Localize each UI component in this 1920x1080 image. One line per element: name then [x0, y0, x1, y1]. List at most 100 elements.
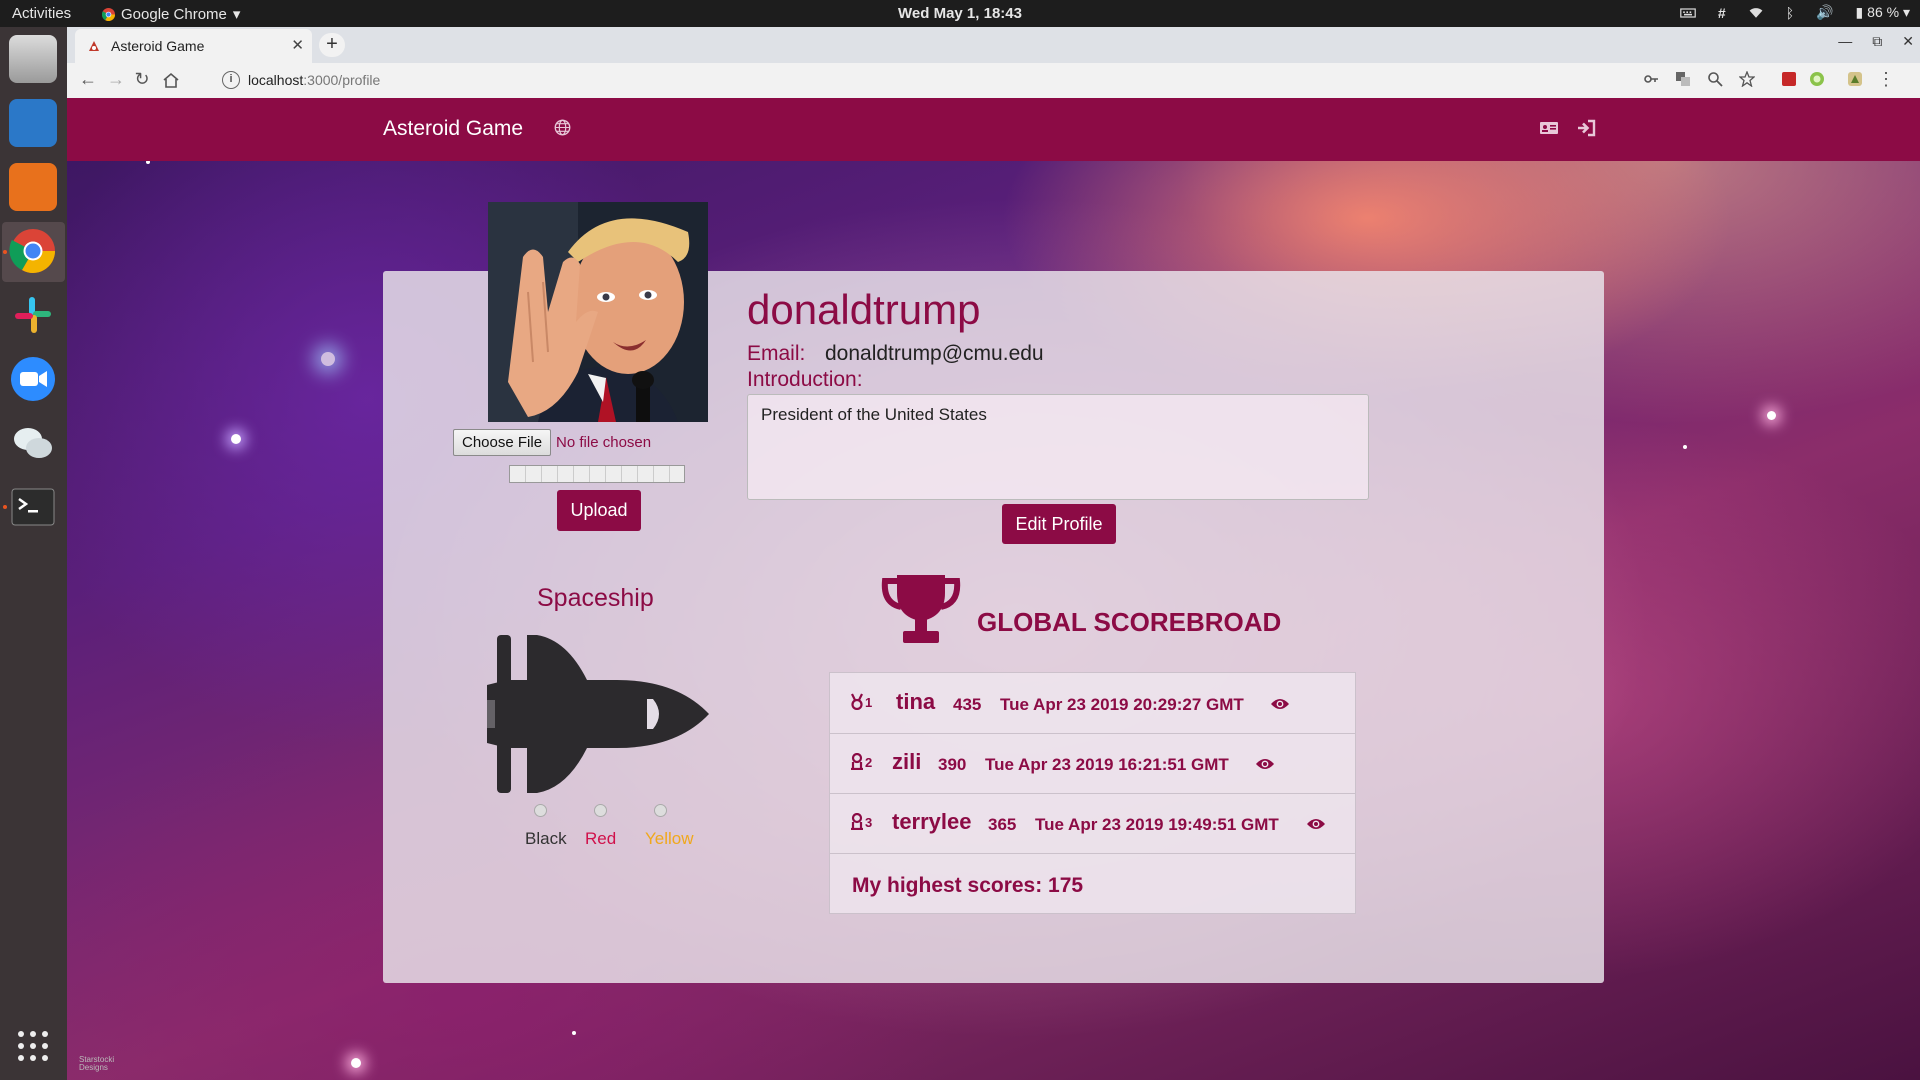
score-date: Tue Apr 23 2019 19:49:51 GMT [1035, 815, 1279, 834]
username-heading: donaldtrump [747, 286, 981, 333]
zoom-icon[interactable] [1707, 71, 1723, 87]
minimize-icon[interactable]: — [1838, 33, 1852, 50]
player-score: 365 [988, 815, 1017, 834]
forward-icon[interactable]: → [105, 69, 127, 90]
label-red: Red [585, 829, 617, 848]
score-date: Tue Apr 23 2019 16:21:51 GMT [985, 755, 1229, 774]
address-bar[interactable]: i localhost:3000/profile [212, 67, 1502, 93]
introduction-label: Introduction: [747, 368, 863, 391]
dock [0, 27, 67, 1080]
medal-icon [851, 693, 863, 710]
tab-asteroid-game[interactable]: Asteroid Game ✕ [75, 29, 312, 63]
system-top-bar: Activities Google Chrome ▾ Wed May 1, 18… [0, 0, 1920, 27]
my-highest-score: My highest scores: 175 [852, 874, 1084, 897]
player-name: terrylee [892, 809, 972, 834]
favicon-icon [89, 41, 99, 51]
reload-icon[interactable]: ↻ [131, 69, 153, 90]
browser-toolbar: ← → ↻ i localhost:3000/profile ⋮ [67, 63, 1920, 99]
eye-icon[interactable] [1270, 697, 1290, 711]
score-date: Tue Apr 23 2019 20:29:27 GMT [1000, 695, 1244, 714]
rank-number: 3 [865, 815, 873, 830]
page-content: Asteroid Game Choose File No file chosen… [67, 98, 1920, 1080]
url-host: localhost [248, 72, 304, 88]
brand-link[interactable]: Asteroid Game [383, 117, 523, 141]
sign-in-icon[interactable] [1576, 119, 1596, 137]
player-score: 435 [953, 695, 982, 714]
radio-black[interactable] [534, 804, 547, 817]
rank-badge: 2 [850, 753, 872, 770]
url-path: :3000/profile [303, 72, 381, 88]
keyboard-icon [1680, 7, 1696, 18]
bluetooth-icon: ᛒ [1785, 4, 1795, 21]
choose-file-button[interactable]: Choose File [453, 429, 552, 456]
extension-green-icon[interactable] [1809, 71, 1825, 87]
terminal-icon[interactable] [9, 483, 57, 531]
wechat-icon[interactable] [9, 419, 57, 467]
system-tray[interactable]: # ᛒ 🔊 ▮ 86 % ▾ [1680, 4, 1910, 21]
file-status: No file chosen [556, 434, 652, 451]
label-yellow: Yellow [645, 829, 694, 848]
email-label: Email: [747, 342, 806, 365]
file-input[interactable]: Choose File No file chosen [453, 429, 651, 456]
rank-badge: 3 [850, 813, 872, 830]
info-icon[interactable]: i [222, 71, 240, 89]
label-black: Black [525, 829, 567, 848]
spaceship-heading: Spaceship [537, 584, 654, 612]
more-menu-icon[interactable]: ⋮ [1875, 69, 1897, 90]
id-card-icon[interactable] [1539, 119, 1559, 137]
files-icon[interactable] [9, 35, 57, 83]
upload-progress-bar [509, 465, 685, 483]
software-center-icon[interactable] [9, 163, 57, 211]
rank-number: 1 [865, 695, 873, 710]
eye-icon[interactable] [1255, 757, 1275, 771]
rank-badge: 1 [850, 693, 872, 710]
edit-profile-button[interactable]: Edit Profile [1002, 504, 1116, 544]
close-icon[interactable]: ✕ [291, 36, 304, 54]
medal-icon [851, 813, 863, 830]
restore-icon[interactable]: ⧉ [1872, 33, 1882, 50]
star [351, 1058, 361, 1068]
volume-icon: 🔊 [1816, 4, 1834, 20]
scoreboard-list: 1 tina 435 Tue Apr 23 2019 20:29:27 GMT … [829, 672, 1356, 914]
close-window-icon[interactable]: ✕ [1902, 33, 1914, 50]
new-tab-button[interactable]: + [319, 33, 345, 57]
wallpaper-watermark: Starstocki Designs [79, 1055, 115, 1072]
tab-title: Asteroid Game [111, 38, 205, 54]
eye-icon[interactable] [1306, 817, 1326, 831]
chrome-icon[interactable] [9, 227, 57, 275]
slack-tray-icon: # [1717, 4, 1726, 21]
battery-icon: ▮ [1855, 4, 1864, 20]
extension-avatar-icon[interactable] [1847, 71, 1863, 87]
scoreboard-row: 1 tina 435 Tue Apr 23 2019 20:29:27 GMT [830, 673, 1355, 734]
site-navbar: Asteroid Game [67, 98, 1920, 161]
home-icon[interactable] [160, 72, 182, 88]
globe-icon[interactable] [554, 119, 571, 136]
translate-icon[interactable] [1675, 71, 1691, 87]
battery-percent: 86 % [1867, 4, 1900, 20]
introduction-textarea[interactable]: President of the United States [747, 394, 1369, 500]
show-applications-icon[interactable] [9, 1022, 57, 1070]
star [572, 1031, 576, 1035]
spaceship-icon [487, 635, 709, 793]
rank-number: 2 [865, 755, 873, 770]
bookmark-star-icon[interactable] [1739, 71, 1755, 87]
key-icon[interactable] [1643, 71, 1659, 87]
scoreboard-title: GLOBAL SCOREBROAD [977, 607, 1282, 637]
upload-button[interactable]: Upload [557, 490, 641, 531]
wifi-icon [1749, 7, 1763, 18]
slack-icon[interactable] [9, 291, 57, 339]
medal-icon [851, 753, 863, 770]
clock[interactable]: Wed May 1, 18:43 [0, 5, 1920, 22]
libreoffice-writer-icon[interactable] [9, 99, 57, 147]
extension-red-icon[interactable] [1781, 71, 1797, 87]
player-name: zili [892, 749, 922, 774]
trophy-icon [881, 575, 961, 643]
radio-red[interactable] [594, 804, 607, 817]
star [321, 352, 335, 366]
radio-yellow[interactable] [654, 804, 667, 817]
back-icon[interactable]: ← [77, 69, 99, 90]
scoreboard-row: 3 terrylee 365 Tue Apr 23 2019 19:49:51 … [830, 793, 1355, 854]
running-indicator [3, 250, 7, 254]
email-value: donaldtrump@cmu.edu [825, 342, 1044, 365]
zoom-icon[interactable] [9, 355, 57, 403]
